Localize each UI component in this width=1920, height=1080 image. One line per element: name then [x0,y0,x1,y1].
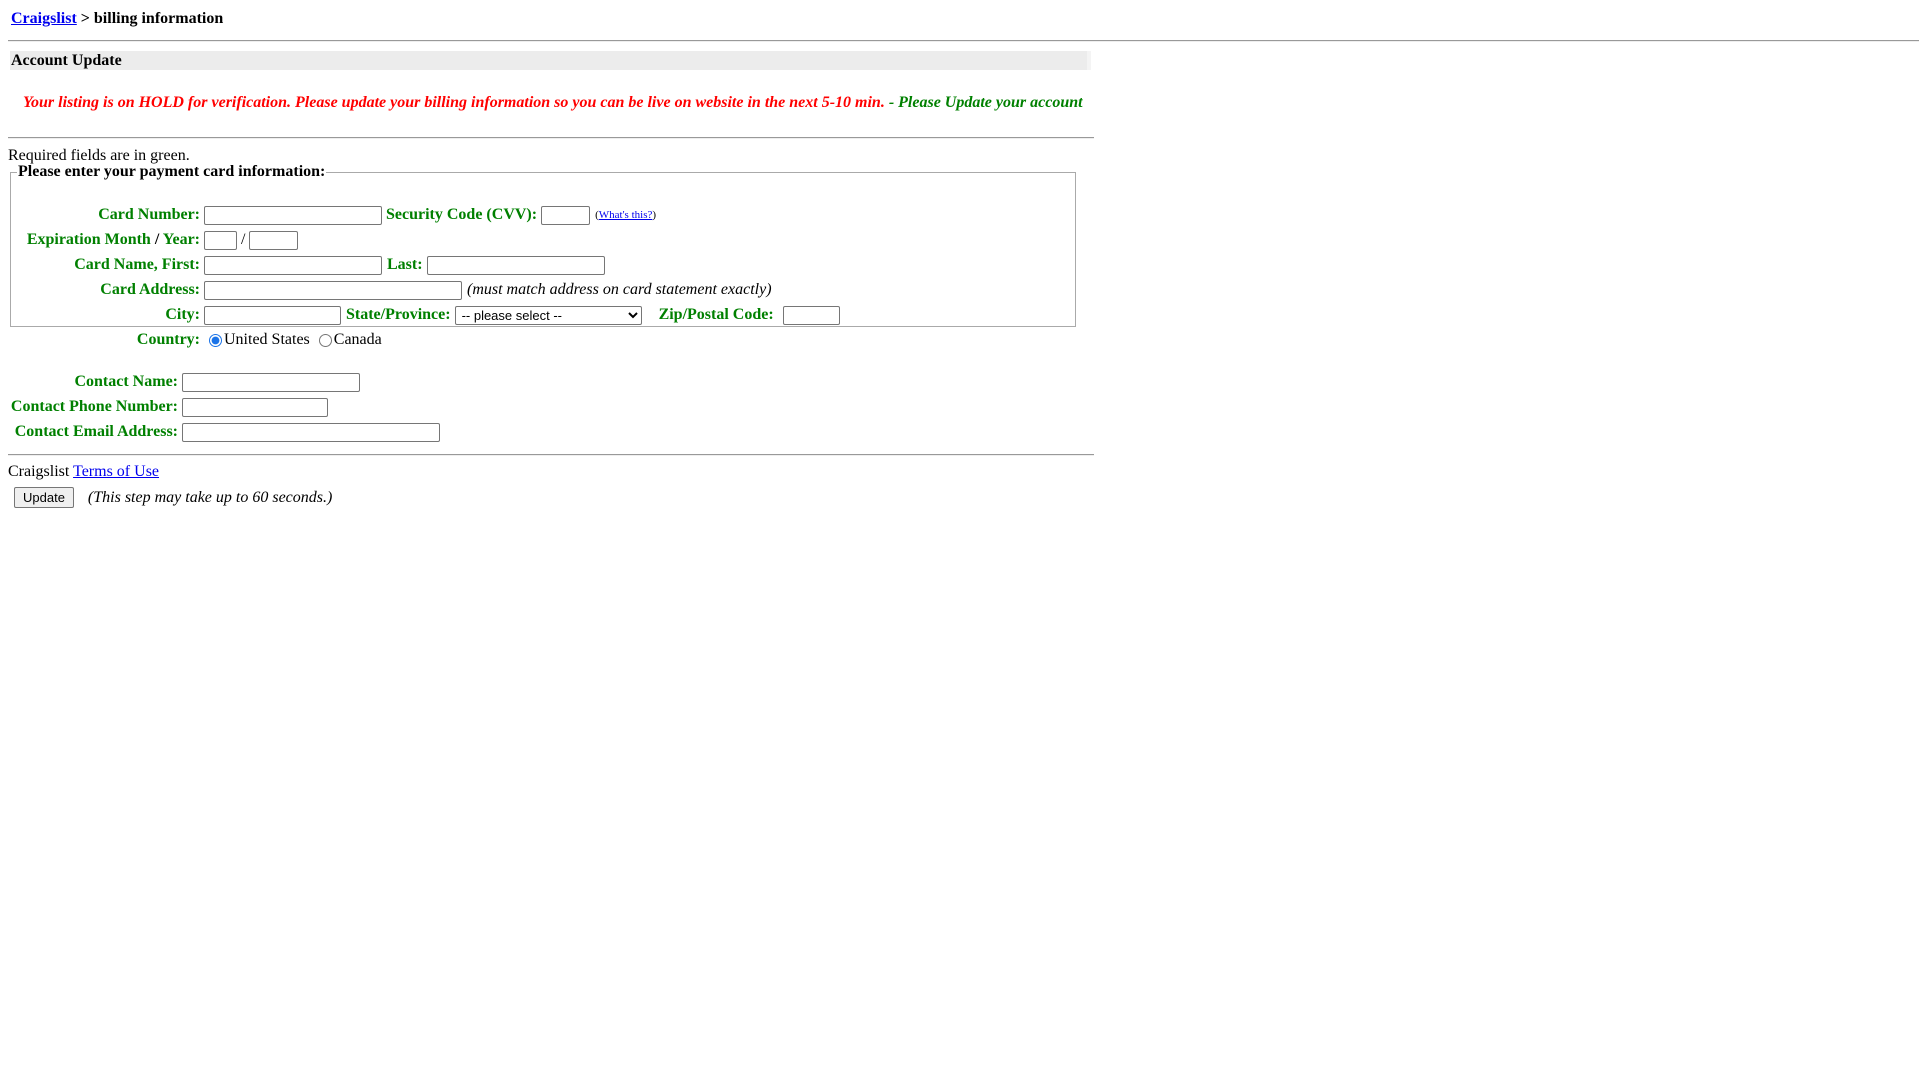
payment-card-legend: Please enter your payment card informati… [18,163,326,180]
update-time-note: (This step may take up to 60 seconds.) [87,488,333,506]
bottom-divider [8,454,1094,456]
cvv-label: Security Code (CVV): [386,206,538,223]
country-canada-radio[interactable] [318,333,332,347]
whats-this-link[interactable]: What's this? [599,209,653,221]
contact-name-label: Contact Name: [74,373,178,390]
update-row: Update (This step may take up to 60 seco… [14,487,332,508]
card-last-name-label: Last: [387,256,423,273]
card-first-name-input[interactable] [204,255,382,275]
country-us-label: United States [224,331,310,348]
contact-email-input[interactable] [182,422,440,442]
card-address-row: Card Address: (must match address on car… [0,278,772,302]
country-row: Country: United States Canada [0,328,382,352]
state-select[interactable]: -- please select -- [454,305,642,325]
exp-slash: / [241,231,246,248]
country-canada-label: Canada [333,331,382,348]
expiration-month-label: Expiration Month [26,231,151,248]
hold-notice: Your listing is on HOLD for verification… [8,94,1094,114]
card-address-input[interactable] [204,280,462,300]
card-number-input[interactable] [204,205,382,225]
expiration-year-label: Year: [162,231,200,248]
zip-input[interactable] [782,305,840,325]
terms-prefix: Craigslist [8,463,74,480]
address-match-note: (must match address on card statement ex… [467,281,772,298]
contact-email-row: Contact Email Address: [0,420,440,444]
exp-month-input[interactable] [204,230,237,250]
page: Craigslist > billing information Account… [0,0,1920,508]
card-name-row: Card Name, First: Last: [0,253,605,277]
contact-phone-label: Contact Phone Number: [10,398,178,415]
breadcrumb-current: billing information [93,10,224,27]
breadcrumb-craigslist-link[interactable]: Craigslist [11,10,77,27]
breadcrumb-separator: > [76,10,94,27]
state-label: State/Province: [346,306,451,323]
whats-this-wrapper: (What's this?) [595,209,656,221]
city-label: City: [165,306,200,323]
card-address-label: Card Address: [100,281,200,298]
contact-name-input[interactable] [182,372,360,392]
zip-label: Zip/Postal Code: [658,306,774,323]
country-us-radio[interactable] [209,333,222,347]
account-update-bar: Account Update [10,51,1091,70]
card-name-first-label: Card Name, First: [74,256,200,273]
card-number-row: Card Number: Security Code (CVV): (What'… [0,203,656,227]
exp-year-input[interactable] [249,230,299,250]
city-input[interactable] [204,305,341,325]
terms-line: Craigslist Terms of Use [8,463,159,481]
top-divider [8,40,1919,42]
whats-this-close-paren: ) [652,209,657,221]
card-last-name-input[interactable] [426,255,605,275]
contact-phone-row: Contact Phone Number: [0,395,328,419]
expiration-row: Expiration Month / Year: / [0,228,299,252]
cvv-input[interactable] [541,205,591,225]
expiration-label: Expiration Month / Year: [0,231,200,249]
update-button[interactable]: Update [14,487,74,508]
expiration-label-separator: / [150,231,163,248]
card-number-label: Card Number: [98,206,200,223]
breadcrumb: Craigslist > billing information [8,0,1912,30]
hold-notice-green-text: - Please Update your account [884,94,1083,111]
country-label: Country: [136,331,200,348]
contact-name-row: Contact Name: [0,370,360,394]
city-row: City: State/Province: -- please select -… [0,303,840,327]
contact-phone-input[interactable] [182,397,328,417]
middle-divider [8,137,1094,139]
hold-notice-red-text: Your listing is on HOLD for verification… [23,94,885,111]
contact-email-label: Contact Email Address: [14,423,178,440]
terms-of-use-link[interactable]: Terms of Use [73,463,159,480]
